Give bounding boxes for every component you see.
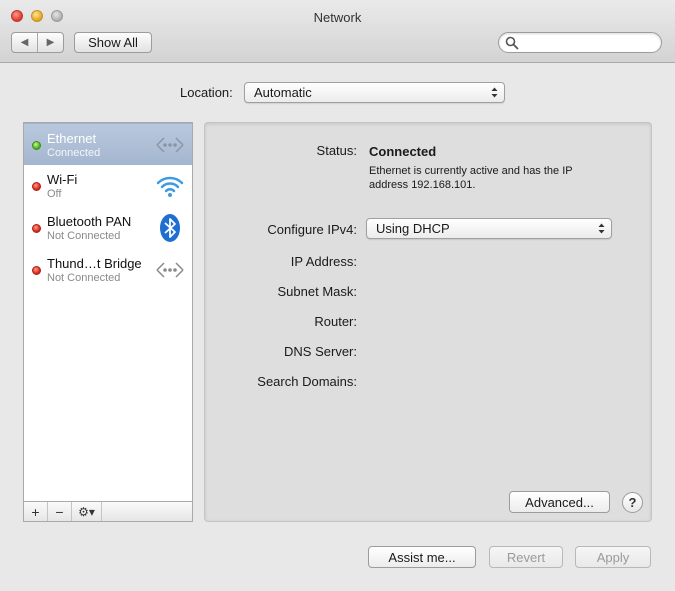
search-domains-label: Search Domains: [257,374,357,389]
dns-server-label: DNS Server: [284,344,357,359]
configure-ipv4-value: Using DHCP [376,221,450,236]
configure-ipv4-label: Configure IPv4: [267,222,357,237]
search-icon [505,36,519,50]
search-field[interactable] [498,32,662,53]
ethernet-icon [156,262,184,278]
status-label: Status: [316,143,357,158]
service-item-bluetooth-pan[interactable]: Bluetooth PAN Not Connected [24,207,192,249]
service-item-thunderbolt-bridge[interactable]: Thund…t Bridge Not Connected [24,249,192,291]
status-indicator [32,182,41,191]
subnet-mask-label: Subnet Mask: [277,284,358,299]
service-details-panel: Status: Connected Ethernet is currently … [204,122,652,522]
apply-button[interactable]: Apply [575,546,651,568]
service-name: Ethernet [47,131,97,146]
window-title: Network [313,10,362,25]
assist-me-button[interactable]: Assist me... [368,546,476,568]
ethernet-icon [156,137,184,153]
service-list: Ethernet Connected Wi-Fi Off Bluetooth P… [23,122,193,522]
window-toolbar: Network ◀ ▶ Show All [0,0,675,63]
service-status: Not Connected [47,272,121,284]
status-description: Ethernet is currently active and has the… [369,165,573,191]
service-status: Not Connected [47,230,121,242]
forward-arrow-icon: ▶ [46,37,55,48]
service-list-toolbar: + − ⚙▾ [24,501,192,521]
back-arrow-icon: ◀ [20,37,29,48]
service-status: Connected [47,147,101,159]
wifi-icon [156,176,184,197]
revert-button[interactable]: Revert [489,546,563,568]
status-indicator [32,266,41,275]
back-button[interactable]: ◀ [12,33,37,52]
advanced-button[interactable]: Advanced... [509,491,610,513]
router-label: Router: [314,314,357,329]
navigation-buttons: ◀ ▶ [11,32,64,53]
service-name: Bluetooth PAN [47,214,132,229]
service-status: Off [47,188,62,200]
service-item-wifi[interactable]: Wi-Fi Off [24,165,192,207]
ip-address-label: IP Address: [290,254,357,269]
remove-service-button[interactable]: − [48,502,72,521]
show-all-button[interactable]: Show All [74,32,152,53]
service-name: Thund…t Bridge [47,256,142,271]
gear-menu-button[interactable]: ⚙▾ [72,502,102,521]
service-item-ethernet[interactable]: Ethernet Connected [24,123,192,165]
status-indicator [32,141,41,150]
service-name: Wi-Fi [47,172,78,187]
configure-ipv4-popup[interactable]: Using DHCP [366,218,612,239]
location-value: Automatic [254,85,312,100]
forward-button[interactable]: ▶ [37,33,63,52]
status-value: Connected [369,144,437,159]
popup-arrows-icon [491,87,498,98]
location-popup[interactable]: Automatic [244,82,505,103]
status-indicator [32,224,41,233]
bluetooth-icon [160,214,180,242]
help-button[interactable]: ? [622,492,643,513]
location-label: Location: [180,85,233,100]
add-service-button[interactable]: + [24,502,48,521]
popup-arrows-icon [598,223,605,234]
